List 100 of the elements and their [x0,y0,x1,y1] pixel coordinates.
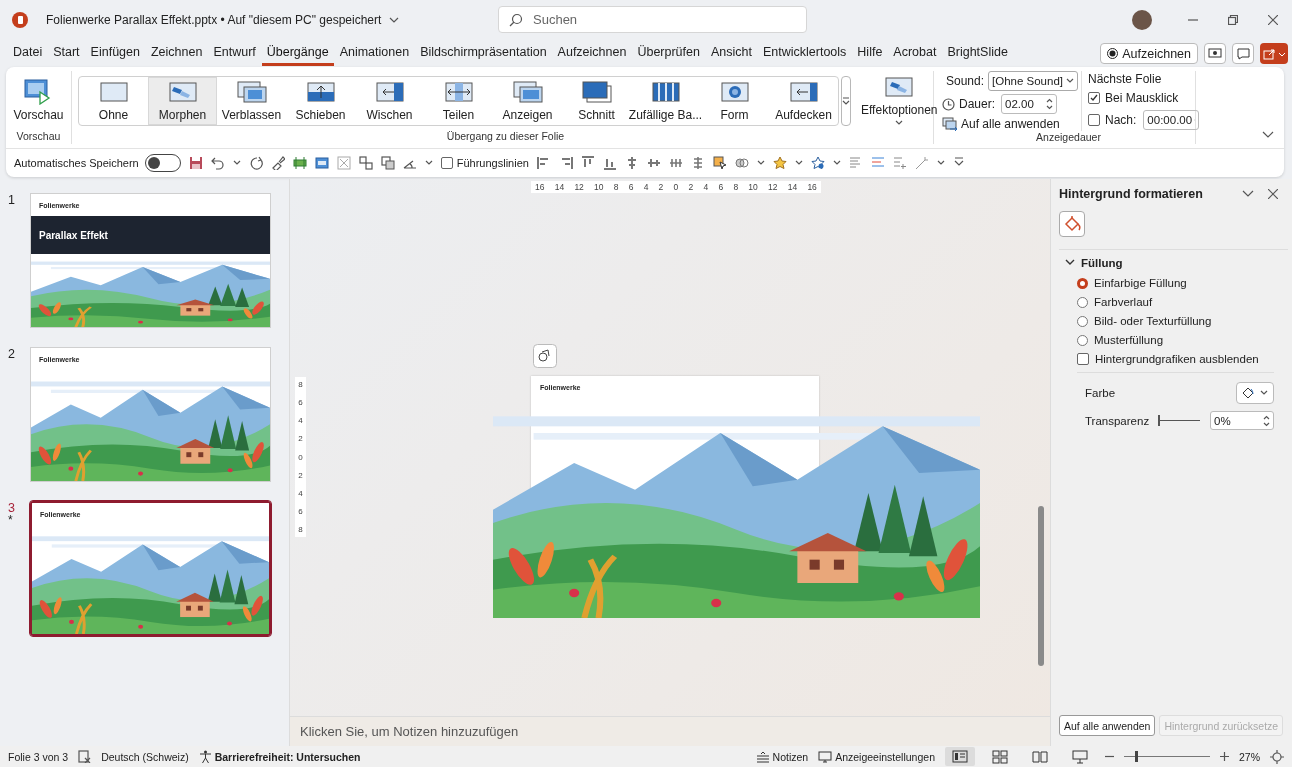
after-time-field[interactable]: 00:00.00 [1143,110,1200,130]
menu-tab[interactable]: Aufzeichnen [552,41,632,66]
transition-button[interactable]: Anzeigen [493,76,562,125]
menu-tab[interactable]: Bildschirmpräsentation [415,41,552,66]
accessibility-button[interactable]: Barrierefreiheit: Untersuchen [198,750,361,763]
checkbox[interactable] [440,157,453,169]
caret-icon [424,160,433,166]
transition-icon [166,79,199,104]
transition-button[interactable]: Ohne [79,76,148,125]
slider-thumb[interactable] [1135,751,1139,762]
save-icon[interactable] [188,156,203,170]
menu-tab[interactable]: BrightSlide [942,41,1013,66]
merge-shapes-icon[interactable] [734,156,749,170]
menu-tab[interactable]: Zeichnen [145,41,208,66]
view-normal-button[interactable] [945,747,975,766]
ruler-number: 0 [298,452,303,462]
chevron-down-icon[interactable] [1242,190,1254,198]
effect-options-icon [884,75,915,100]
transition-icon [304,79,337,104]
menu-tab[interactable]: Überprüfen [632,41,705,66]
radio-button[interactable] [1077,277,1088,289]
radio-button[interactable] [1077,315,1088,327]
undo-icon[interactable] [210,156,225,170]
star-outline-icon[interactable] [810,156,825,170]
transition-button[interactable]: Teilen [424,76,493,125]
distribute-icon[interactable] [668,156,683,170]
present-button[interactable] [1204,43,1226,64]
brush-icon[interactable] [270,156,285,170]
transition-button[interactable]: Aufdecken [769,76,838,125]
spell-check-icon[interactable] [78,750,92,763]
option-label: Bild- oder Texturfüllung [1094,315,1212,327]
language-label[interactable]: Deutsch (Schweiz) [101,750,189,763]
sound-dropdown[interactable]: [Ohne Sound] [988,71,1078,91]
guides-label: Führungslinien [456,157,529,169]
effect-options-button[interactable]: Effektoptionen [859,73,940,128]
colored-lines-icon[interactable] [870,156,885,170]
menu-tab[interactable]: Animationen [334,41,415,66]
option-label: Einfarbige Füllung [1094,277,1187,289]
radio-button[interactable] [1077,334,1088,346]
transition-button[interactable]: Schieben [286,76,355,125]
slide-number: 1 [8,193,15,207]
share-button[interactable] [1260,43,1288,64]
group-icon[interactable] [358,156,373,170]
notes-button[interactable]: Notizen [755,750,809,763]
select-icon[interactable] [712,156,727,170]
checkbox[interactable] [1088,114,1100,126]
apply-all-button[interactable]: Auf alle anwenden [1059,715,1156,736]
transition-button[interactable]: Morphen [148,76,217,125]
menu-tab[interactable]: Entwurf [208,41,261,66]
align-left-icon[interactable] [536,156,551,170]
zoom-in-icon[interactable] [1220,752,1229,761]
menu-tab[interactable]: Hilfe [852,41,888,66]
zoom-level[interactable]: 27% [1239,750,1260,763]
checkbox[interactable] [1088,92,1100,104]
restore-icon[interactable] [1228,15,1238,25]
section-header[interactable]: Füllung [1065,257,1292,269]
frame-icon[interactable] [314,156,329,170]
chevron-down-icon [1262,131,1274,139]
presentation-icon [1208,47,1222,60]
avatar[interactable] [1132,10,1152,30]
morph-icon[interactable] [533,344,557,368]
align-middle-icon[interactable] [646,156,661,170]
reading-view-icon [1032,749,1048,764]
transition-button[interactable]: Zufällige Ba... [631,76,700,125]
transition-button[interactable]: Form [700,76,769,125]
chevron-down-icon[interactable] [389,16,400,24]
redo-icon[interactable] [248,156,263,170]
duration-field[interactable]: 02.00 [1001,94,1057,114]
color-picker-button[interactable] [1236,382,1274,404]
option-label: Hintergrundgrafiken ausblenden [1095,353,1259,365]
transition-button[interactable]: Verblassen [217,76,286,125]
transparency-field[interactable]: 0% [1210,411,1274,430]
notes-field[interactable]: Klicken Sie, um Notizen hinzuzufügen [290,716,1050,746]
fit-slide-icon[interactable] [1270,749,1284,764]
fill-tab[interactable] [1059,211,1085,237]
star-icon[interactable] [772,156,787,170]
align-top-icon[interactable] [580,156,595,170]
menu-tab[interactable]: Ansicht [705,41,757,66]
menu-tab[interactable]: Entwicklertools [757,41,852,66]
search-field[interactable]: Suchen [498,6,807,33]
menu-tab[interactable]: Einfügen [85,41,145,66]
layers-icon[interactable] [380,156,395,170]
display-settings-button[interactable]: Anzeigeeinstellungen [818,750,935,763]
preview-button[interactable]: Vorschau [11,77,66,124]
apply-all-button[interactable]: Auf alle anwenden [942,117,1077,131]
comment-button[interactable] [1232,43,1254,64]
radio-button[interactable] [1077,296,1088,308]
checkbox[interactable] [1077,353,1089,365]
align-bottom-icon[interactable] [602,156,617,170]
close-icon[interactable] [1268,189,1278,199]
list-add-icon[interactable] [892,156,907,170]
record-button[interactable]: Aufzeichnen [1100,43,1198,64]
menu-tab[interactable]: Start [48,41,85,66]
align-shapes-icon[interactable] [292,156,307,170]
caret-icon [936,160,945,166]
menu-tab[interactable]: Datei [8,41,48,66]
menu-tab[interactable]: Acrobat [888,41,942,66]
wand-icon[interactable] [914,156,929,170]
close-icon[interactable] [1268,15,1278,25]
transition-button[interactable]: Wischen [355,76,424,125]
